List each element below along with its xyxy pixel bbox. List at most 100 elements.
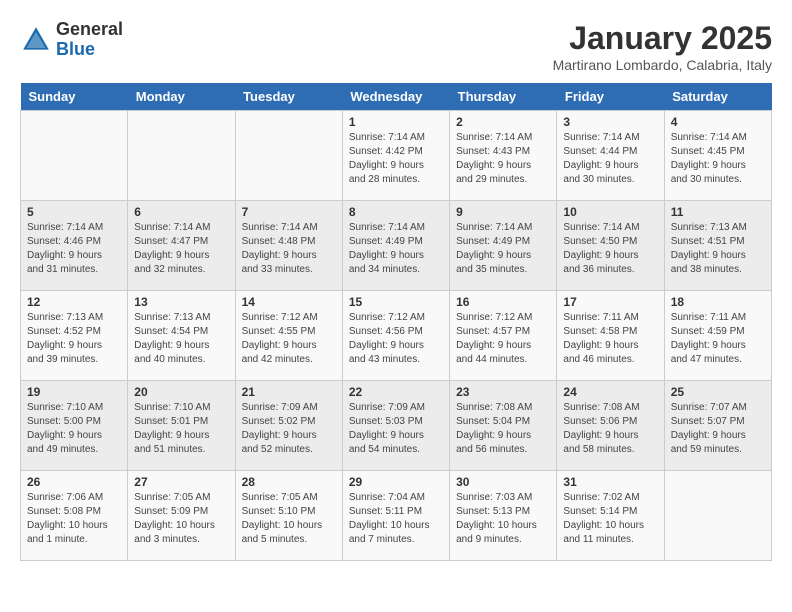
day-info: Sunrise: 7:11 AM Sunset: 4:58 PM Dayligh…	[563, 311, 657, 367]
header-cell-monday: Monday	[128, 83, 235, 111]
day-info: Sunrise: 7:10 AM Sunset: 5:00 PM Dayligh…	[27, 401, 121, 457]
day-info: Sunrise: 7:02 AM Sunset: 5:14 PM Dayligh…	[563, 491, 657, 547]
day-info: Sunrise: 7:09 AM Sunset: 5:02 PM Dayligh…	[242, 401, 336, 457]
day-info: Sunrise: 7:14 AM Sunset: 4:49 PM Dayligh…	[456, 221, 550, 277]
calendar-cell: 23 Sunrise: 7:08 AM Sunset: 5:04 PM Dayli…	[450, 381, 557, 471]
day-number: 18	[671, 295, 765, 309]
day-number: 24	[563, 385, 657, 399]
calendar-cell: 31 Sunrise: 7:02 AM Sunset: 5:14 PM Dayli…	[557, 471, 664, 561]
day-number: 29	[349, 475, 443, 489]
day-number: 23	[456, 385, 550, 399]
logo: General Blue	[20, 20, 123, 60]
week-row-3: 12 Sunrise: 7:13 AM Sunset: 4:52 PM Dayli…	[21, 291, 772, 381]
page-header: General Blue January 2025 Martirano Lomb…	[20, 20, 772, 73]
calendar-cell	[21, 111, 128, 201]
day-number: 31	[563, 475, 657, 489]
day-info: Sunrise: 7:13 AM Sunset: 4:52 PM Dayligh…	[27, 311, 121, 367]
day-info: Sunrise: 7:14 AM Sunset: 4:46 PM Dayligh…	[27, 221, 121, 277]
calendar-cell: 3 Sunrise: 7:14 AM Sunset: 4:44 PM Daylig…	[557, 111, 664, 201]
header-cell-wednesday: Wednesday	[342, 83, 449, 111]
day-info: Sunrise: 7:05 AM Sunset: 5:09 PM Dayligh…	[134, 491, 228, 547]
calendar-cell	[128, 111, 235, 201]
title-block: January 2025 Martirano Lombardo, Calabri…	[553, 20, 772, 73]
day-info: Sunrise: 7:09 AM Sunset: 5:03 PM Dayligh…	[349, 401, 443, 457]
day-info: Sunrise: 7:13 AM Sunset: 4:54 PM Dayligh…	[134, 311, 228, 367]
day-info: Sunrise: 7:14 AM Sunset: 4:47 PM Dayligh…	[134, 221, 228, 277]
logo-blue-text: Blue	[56, 40, 123, 60]
day-number: 16	[456, 295, 550, 309]
calendar-cell: 27 Sunrise: 7:05 AM Sunset: 5:09 PM Dayli…	[128, 471, 235, 561]
day-info: Sunrise: 7:11 AM Sunset: 4:59 PM Dayligh…	[671, 311, 765, 367]
calendar-cell: 17Sunrise: 7:11 AM Sunset: 4:58 PM Dayli…	[557, 291, 664, 381]
day-number: 2	[456, 115, 550, 129]
day-info: Sunrise: 7:12 AM Sunset: 4:55 PM Dayligh…	[242, 311, 336, 367]
calendar-cell: 18 Sunrise: 7:11 AM Sunset: 4:59 PM Dayli…	[664, 291, 771, 381]
header-cell-tuesday: Tuesday	[235, 83, 342, 111]
week-row-4: 19 Sunrise: 7:10 AM Sunset: 5:00 PM Dayli…	[21, 381, 772, 471]
day-info: Sunrise: 7:14 AM Sunset: 4:50 PM Dayligh…	[563, 221, 657, 277]
calendar-cell	[235, 111, 342, 201]
header-row: SundayMondayTuesdayWednesdayThursdayFrid…	[21, 83, 772, 111]
calendar-table: SundayMondayTuesdayWednesdayThursdayFrid…	[20, 83, 772, 561]
calendar-cell: 9 Sunrise: 7:14 AM Sunset: 4:49 PM Daylig…	[450, 201, 557, 291]
day-number: 28	[242, 475, 336, 489]
calendar-cell: 6 Sunrise: 7:14 AM Sunset: 4:47 PM Daylig…	[128, 201, 235, 291]
day-number: 14	[242, 295, 336, 309]
day-number: 12	[27, 295, 121, 309]
calendar-cell: 11 Sunrise: 7:13 AM Sunset: 4:51 PM Dayli…	[664, 201, 771, 291]
calendar-cell: 15 Sunrise: 7:12 AM Sunset: 4:56 PM Dayli…	[342, 291, 449, 381]
calendar-cell: 26 Sunrise: 7:06 AM Sunset: 5:08 PM Dayli…	[21, 471, 128, 561]
day-number: 3	[563, 115, 657, 129]
day-number: 6	[134, 205, 228, 219]
day-info: Sunrise: 7:13 AM Sunset: 4:51 PM Dayligh…	[671, 221, 765, 277]
day-number: 9	[456, 205, 550, 219]
calendar-cell: 16Sunrise: 7:12 AM Sunset: 4:57 PM Dayli…	[450, 291, 557, 381]
calendar-cell: 14 Sunrise: 7:12 AM Sunset: 4:55 PM Dayli…	[235, 291, 342, 381]
calendar-cell: 13 Sunrise: 7:13 AM Sunset: 4:54 PM Dayli…	[128, 291, 235, 381]
calendar-cell: 25 Sunrise: 7:07 AM Sunset: 5:07 PM Dayli…	[664, 381, 771, 471]
day-number: 21	[242, 385, 336, 399]
day-info: Sunrise: 7:06 AM Sunset: 5:08 PM Dayligh…	[27, 491, 121, 547]
calendar-cell: 1Sunrise: 7:14 AM Sunset: 4:42 PM Daylig…	[342, 111, 449, 201]
day-number: 11	[671, 205, 765, 219]
day-number: 25	[671, 385, 765, 399]
calendar-cell: 24Sunrise: 7:08 AM Sunset: 5:06 PM Dayli…	[557, 381, 664, 471]
calendar-cell: 28Sunrise: 7:05 AM Sunset: 5:10 PM Dayli…	[235, 471, 342, 561]
day-info: Sunrise: 7:12 AM Sunset: 4:56 PM Dayligh…	[349, 311, 443, 367]
header-cell-saturday: Saturday	[664, 83, 771, 111]
header-cell-friday: Friday	[557, 83, 664, 111]
calendar-cell: 7 Sunrise: 7:14 AM Sunset: 4:48 PM Daylig…	[235, 201, 342, 291]
day-info: Sunrise: 7:08 AM Sunset: 5:04 PM Dayligh…	[456, 401, 550, 457]
day-number: 4	[671, 115, 765, 129]
month-title: January 2025	[553, 20, 772, 57]
logo-general-text: General	[56, 20, 123, 40]
day-number: 22	[349, 385, 443, 399]
day-number: 1	[349, 115, 443, 129]
logo-icon	[20, 24, 52, 56]
day-info: Sunrise: 7:04 AM Sunset: 5:11 PM Dayligh…	[349, 491, 443, 547]
day-number: 19	[27, 385, 121, 399]
day-info: Sunrise: 7:14 AM Sunset: 4:48 PM Dayligh…	[242, 221, 336, 277]
calendar-cell: 19 Sunrise: 7:10 AM Sunset: 5:00 PM Dayli…	[21, 381, 128, 471]
calendar-cell: 12 Sunrise: 7:13 AM Sunset: 4:52 PM Dayli…	[21, 291, 128, 381]
day-number: 13	[134, 295, 228, 309]
calendar-cell: 10 Sunrise: 7:14 AM Sunset: 4:50 PM Dayli…	[557, 201, 664, 291]
location: Martirano Lombardo, Calabria, Italy	[553, 57, 772, 73]
calendar-cell: 4Sunrise: 7:14 AM Sunset: 4:45 PM Daylig…	[664, 111, 771, 201]
day-number: 15	[349, 295, 443, 309]
header-cell-sunday: Sunday	[21, 83, 128, 111]
day-number: 27	[134, 475, 228, 489]
day-number: 7	[242, 205, 336, 219]
week-row-1: 1Sunrise: 7:14 AM Sunset: 4:42 PM Daylig…	[21, 111, 772, 201]
day-info: Sunrise: 7:14 AM Sunset: 4:44 PM Dayligh…	[563, 131, 657, 187]
day-number: 26	[27, 475, 121, 489]
day-number: 10	[563, 205, 657, 219]
day-info: Sunrise: 7:14 AM Sunset: 4:49 PM Dayligh…	[349, 221, 443, 277]
calendar-cell: 29 Sunrise: 7:04 AM Sunset: 5:11 PM Dayli…	[342, 471, 449, 561]
calendar-cell: 21 Sunrise: 7:09 AM Sunset: 5:02 PM Dayli…	[235, 381, 342, 471]
calendar-cell	[664, 471, 771, 561]
calendar-cell: 8Sunrise: 7:14 AM Sunset: 4:49 PM Daylig…	[342, 201, 449, 291]
day-info: Sunrise: 7:10 AM Sunset: 5:01 PM Dayligh…	[134, 401, 228, 457]
day-info: Sunrise: 7:07 AM Sunset: 5:07 PM Dayligh…	[671, 401, 765, 457]
day-info: Sunrise: 7:14 AM Sunset: 4:43 PM Dayligh…	[456, 131, 550, 187]
